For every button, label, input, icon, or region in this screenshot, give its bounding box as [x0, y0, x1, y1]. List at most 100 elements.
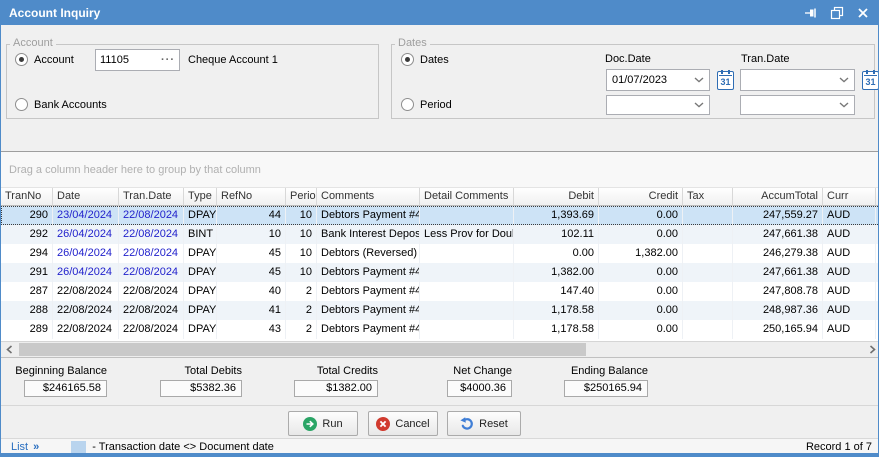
cell: 289 [1, 320, 53, 339]
cell: 2 [286, 301, 317, 320]
column-header-tran-date[interactable]: Tran.Date [119, 188, 184, 206]
cell [683, 320, 733, 339]
period-to-combo[interactable] [740, 95, 855, 115]
titlebar[interactable]: Account Inquiry [1, 1, 878, 25]
cell: 287 [1, 282, 53, 301]
tran-date-combo[interactable] [740, 69, 855, 91]
scrollbar-thumb[interactable] [19, 343, 586, 356]
table-row[interactable]: 288 22/08/2024 22/08/2024 DPAY 41 2 Debtors Pa… [1, 301, 878, 320]
table-row[interactable]: 294 26/04/2024 22/08/2024 DPAY 45 10 Debtors (… [1, 244, 878, 263]
account-number-input[interactable]: 11105 ··· [95, 49, 180, 71]
legend-color-swatch [71, 440, 87, 453]
cell: 291 [1, 263, 53, 282]
cell: DPAY [184, 244, 217, 263]
cell: DPAY [184, 282, 217, 301]
dates-radio[interactable] [401, 53, 414, 66]
column-header-comments[interactable]: Comments [317, 188, 420, 206]
cell [683, 282, 733, 301]
cell: 250,165.94 [733, 320, 823, 339]
column-header-curr[interactable]: Curr [823, 188, 876, 206]
summary-value: $246165.58 [24, 380, 107, 397]
summary-total-credits: Total Credits $1382.00 [294, 365, 378, 397]
restore-icon[interactable] [830, 6, 844, 20]
dropdown-chevron-icon[interactable] [839, 102, 849, 108]
table-row[interactable]: 291 26/04/2024 22/08/2024 DPAY 45 10 Debtors P… [1, 263, 878, 282]
account-inquiry-window: Account Inquiry Account Account 11105 ··… [0, 0, 879, 457]
table-row[interactable]: 292 26/04/2024 22/08/2024 BINT 10 10 Bank Inte… [1, 225, 878, 244]
chevron-double-right-icon[interactable]: » [33, 441, 39, 453]
table-row[interactable]: 287 22/08/2024 22/08/2024 DPAY 40 2 Debtors Pa… [1, 282, 878, 301]
summary-label: Total Debits [184, 365, 242, 377]
cell [683, 244, 733, 263]
ellipsis-icon[interactable]: ··· [159, 54, 175, 66]
reset-undo-icon [460, 416, 474, 430]
scroll-left-icon[interactable] [1, 342, 17, 357]
column-header-tax[interactable]: Tax [683, 188, 733, 206]
cell: 22/08/2024 [119, 282, 184, 301]
column-header-date[interactable]: Date [53, 188, 119, 206]
cell: 26/04/2024 [53, 263, 119, 282]
cell [420, 263, 514, 282]
summary-beginning-balance: Beginning Balance $246165.58 [15, 365, 107, 397]
summary-label: Ending Balance [570, 365, 648, 377]
cell: 247,559.27 [733, 206, 823, 225]
calendar-icon[interactable]: 31 [717, 70, 734, 90]
cell: Debtors Payment #4 [317, 282, 420, 301]
table-row[interactable]: 290 23/04/2024 22/08/2024 DPAY 44 10 Debtors P… [1, 206, 878, 225]
cell: AUD [823, 263, 876, 282]
bank-accounts-radio[interactable] [15, 98, 28, 111]
column-header-detail-comments[interactable]: Detail Comments [420, 188, 514, 206]
horizontal-scrollbar[interactable] [1, 341, 878, 357]
titlebar-buttons [804, 6, 870, 20]
cell: 247,661.38 [733, 263, 823, 282]
column-header-credit[interactable]: Credit [599, 188, 683, 206]
summary-panel: Beginning Balance $246165.58 Total Debit… [1, 358, 878, 405]
summary-ending-balance: Ending Balance $250165.94 [564, 365, 648, 397]
period-radio[interactable] [401, 98, 414, 111]
cell: 290 [1, 206, 53, 225]
cell: 1,178.58 [514, 320, 599, 339]
table-row[interactable]: 289 22/08/2024 22/08/2024 DPAY 43 2 Debtors Pa… [1, 320, 878, 339]
cell: 10 [286, 206, 317, 225]
close-icon[interactable] [856, 6, 870, 20]
dates-group-caption: Dates [395, 37, 430, 50]
cell: 1,382.00 [514, 263, 599, 282]
cell [420, 282, 514, 301]
summary-value: $250165.94 [564, 380, 648, 397]
column-header-period[interactable]: Period [286, 188, 317, 206]
cell: 0.00 [599, 206, 683, 225]
period-from-combo[interactable] [606, 95, 710, 115]
account-radio[interactable] [15, 53, 28, 66]
scroll-right-icon[interactable] [864, 342, 878, 357]
cell: Debtors Payment #4 [317, 206, 420, 225]
column-header-debit[interactable]: Debit [514, 188, 599, 206]
account-number-value: 11105 [100, 54, 129, 66]
reset-button[interactable]: Reset [447, 411, 521, 436]
account-radio-label: Account [34, 54, 74, 66]
doc-date-combo[interactable]: 01/07/2023 [606, 69, 710, 91]
calendar-icon[interactable]: 31 [862, 70, 878, 90]
column-header-refno[interactable]: RefNo [217, 188, 286, 206]
pin-icon[interactable] [804, 6, 818, 20]
cell: 2 [286, 282, 317, 301]
group-by-box[interactable]: Drag a column header here to group by th… [1, 152, 878, 188]
dropdown-chevron-icon[interactable] [694, 77, 704, 83]
cell: Debtors Payment #4 [317, 301, 420, 320]
cell: AUD [823, 225, 876, 244]
run-button[interactable]: Run [288, 411, 358, 436]
cell: 22/08/2024 [119, 206, 184, 225]
column-header-tranno[interactable]: TranNo [1, 188, 53, 206]
grid-header: TranNoDateTran.DateTypeRefNoPeriodCommen… [1, 188, 878, 206]
cell: AUD [823, 282, 876, 301]
cell: 0.00 [599, 263, 683, 282]
column-header-type[interactable]: Type [184, 188, 217, 206]
cell: 22/08/2024 [119, 244, 184, 263]
summary-label: Net Change [453, 365, 512, 377]
list-tab[interactable]: List [11, 441, 28, 453]
summary-total-debits: Total Debits $5382.36 [160, 365, 242, 397]
cancel-button[interactable]: Cancel [368, 411, 438, 436]
cell: 45 [217, 244, 286, 263]
dropdown-chevron-icon[interactable] [694, 102, 704, 108]
column-header-accumtotal[interactable]: AccumTotal [733, 188, 823, 206]
dropdown-chevron-icon[interactable] [839, 77, 849, 83]
